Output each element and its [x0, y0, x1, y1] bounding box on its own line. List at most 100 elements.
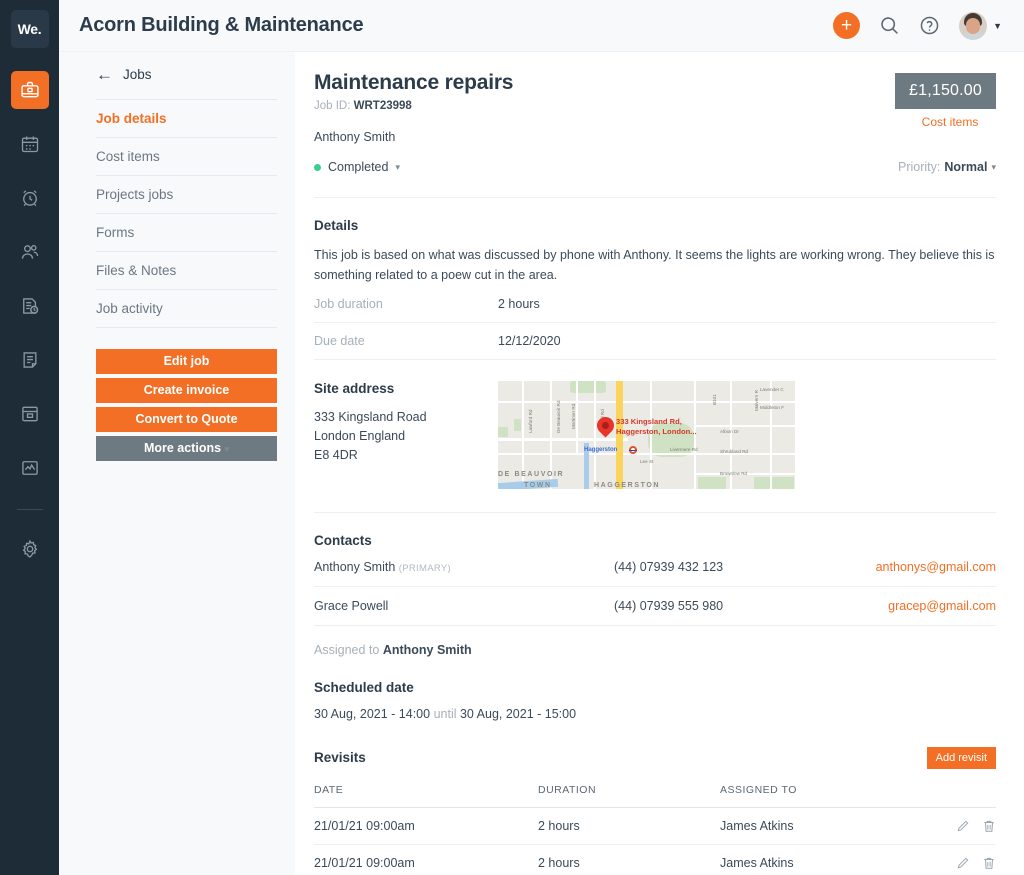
address-line-2: London England [314, 428, 406, 443]
sidebar-item-settings[interactable] [11, 530, 49, 568]
assigned-value: Anthony Smith [382, 642, 472, 657]
add-revisit-button[interactable]: Add revisit [926, 746, 996, 769]
app-root: We. ← Jobs Job details Cost items Projec… [0, 0, 1024, 875]
map-area-label: HAGGERSTON [594, 481, 661, 489]
pin-label-line-2: Haggerston, London... [616, 426, 697, 436]
site-address-section: Site address 333 Kingsland Road London E… [314, 360, 996, 489]
map-pin-icon [593, 412, 618, 438]
rail-divider [16, 509, 43, 510]
gear-icon [20, 539, 40, 559]
status-dropdown[interactable]: Completed ▾ [314, 160, 400, 174]
sidebar-item-forms[interactable] [11, 341, 49, 379]
cost-items-link[interactable]: Cost items [904, 115, 996, 129]
details-section: Details This job is based on what was di… [314, 198, 996, 360]
avatar [959, 11, 988, 40]
contact-name: Anthony Smith (PRIMARY) [314, 560, 614, 574]
detail-row-due-date: Due date 12/12/2020 [314, 323, 996, 360]
status-label: Completed [328, 160, 389, 174]
job-customer: Anthony Smith [314, 130, 396, 144]
column-header-duration: DURATION [538, 783, 597, 796]
add-new-button[interactable]: + [833, 12, 861, 39]
user-menu[interactable]: ▼ [959, 11, 1002, 40]
convert-to-quote-button[interactable]: Convert to Quote [96, 407, 277, 432]
revisit-duration: 2 hours [538, 818, 580, 833]
revisit-date: 21/01/21 09:00am [314, 818, 415, 833]
site-address-text: Site address 333 Kingsland Road London E… [314, 381, 498, 489]
map-station-label: Haggerston [584, 446, 618, 453]
nav-item-projects-jobs[interactable]: Projects jobs [96, 176, 277, 214]
revisits-heading: Revisits [314, 750, 366, 765]
scheduled-range: 30 Aug, 2021 - 14:00 until 30 Aug, 2021 … [314, 707, 996, 721]
icon-rail: We. [0, 0, 59, 875]
edit-icon[interactable] [956, 819, 970, 833]
plus-icon: + [841, 15, 853, 36]
job-id-label: Job ID: [314, 100, 351, 112]
scheduled-date-section: Scheduled date 30 Aug, 2021 - 14:00 unti… [314, 657, 996, 721]
detail-value: 2 hours [498, 296, 540, 311]
status-priority-row: Completed ▾ Priority: Normal ▾ [314, 160, 996, 174]
map-street-label: Lee St [640, 458, 654, 464]
sidebar-item-reports[interactable] [11, 449, 49, 487]
contact-email[interactable]: gracep@gmail.com [872, 599, 996, 613]
priority-dropdown[interactable]: Priority: Normal ▾ [898, 160, 996, 174]
edit-job-button[interactable]: Edit job [96, 349, 277, 374]
chevron-down-icon: ▾ [991, 161, 996, 172]
delete-icon[interactable] [982, 819, 996, 833]
sidebar-item-jobs[interactable] [10, 71, 49, 109]
job-nav-list: Job details Cost items Projects jobs For… [96, 99, 277, 328]
sidebar-item-schedule[interactable] [11, 125, 49, 163]
calendar-icon [20, 134, 40, 154]
nav-item-cost-items[interactable]: Cost items [96, 138, 277, 176]
contact-email[interactable]: anthonys@gmail.com [872, 560, 996, 574]
back-arrow-icon: ← [96, 65, 113, 84]
chevron-down-icon: ▾ [224, 444, 230, 454]
sidebar-item-customers[interactable] [11, 233, 49, 271]
revisit-assigned: James Atkins [720, 855, 794, 870]
contact-phone: (44) 07939 555 980 [614, 598, 724, 613]
nav-item-job-activity[interactable]: Job activity [96, 290, 277, 328]
more-actions-button[interactable]: More actions ▾ [96, 436, 277, 461]
detail-row-duration: Job duration 2 hours [314, 286, 996, 323]
action-buttons: Edit job Create invoice Convert to Quote… [96, 349, 277, 461]
help-icon[interactable] [919, 15, 940, 36]
column-header-actions [942, 784, 996, 796]
address-line-3: E8 4DR [314, 448, 358, 463]
revisit-actions [942, 819, 996, 833]
table-row: Grace Powell (44) 07939 555 980 gracep@g… [314, 587, 996, 626]
search-icon[interactable] [879, 15, 900, 36]
edit-icon[interactable] [956, 856, 970, 870]
contact-name: Grace Powell [314, 599, 614, 613]
map-street-label: Albion Dr [720, 428, 739, 434]
scheduled-heading: Scheduled date [314, 679, 414, 695]
nav-item-files-notes[interactable]: Files & Notes [96, 252, 277, 290]
sidebar-item-timesheets[interactable] [11, 179, 49, 217]
nav-item-job-details[interactable]: Job details [96, 100, 277, 138]
priority-label: Priority: [898, 160, 941, 174]
site-map[interactable]: Lawford Rd De Beauvoir Rd Mortimer Rd He… [498, 380, 795, 489]
create-invoice-button[interactable]: Create invoice [96, 378, 277, 403]
revisits-table: DATE DURATION ASSIGNED TO 21/01/21 09:00… [314, 784, 996, 875]
contact-name-text: Anthony Smith [314, 559, 396, 574]
site-address-lines: 333 Kingsland Road London England E8 4DR [314, 408, 498, 466]
left-panel: ← Jobs Job details Cost items Projects j… [59, 0, 295, 875]
sidebar-item-inbox[interactable] [11, 395, 49, 433]
sidebar-item-quotes[interactable] [11, 287, 49, 325]
delete-icon[interactable] [982, 856, 996, 870]
revisits-section: Revisits Add revisit DATE DURATION ASSIG… [314, 721, 996, 875]
detail-key: Due date [314, 333, 365, 348]
app-logo[interactable]: We. [10, 10, 49, 48]
column-header-assigned-to: ASSIGNED TO [720, 783, 797, 796]
map-street-label: Lawford Rd [528, 409, 533, 433]
map-street-label: Livermere Rd [670, 446, 698, 452]
job-id: Job ID: WRT23998 [314, 100, 996, 112]
form-document-icon [20, 350, 40, 370]
scheduled-end: 30 Aug, 2021 - 15:00 [459, 706, 577, 721]
table-row: 21/01/21 09:00am 2 hours James Atkins [314, 845, 996, 875]
revisit-actions [942, 856, 996, 870]
map-street-label: B101 [712, 393, 717, 405]
contact-name-text: Grace Powell [314, 598, 389, 613]
archive-box-icon [20, 404, 40, 424]
site-address-heading: Site address [314, 380, 395, 396]
nav-item-forms[interactable]: Forms [96, 214, 277, 252]
revisits-header: Revisits Add revisit [314, 746, 996, 769]
